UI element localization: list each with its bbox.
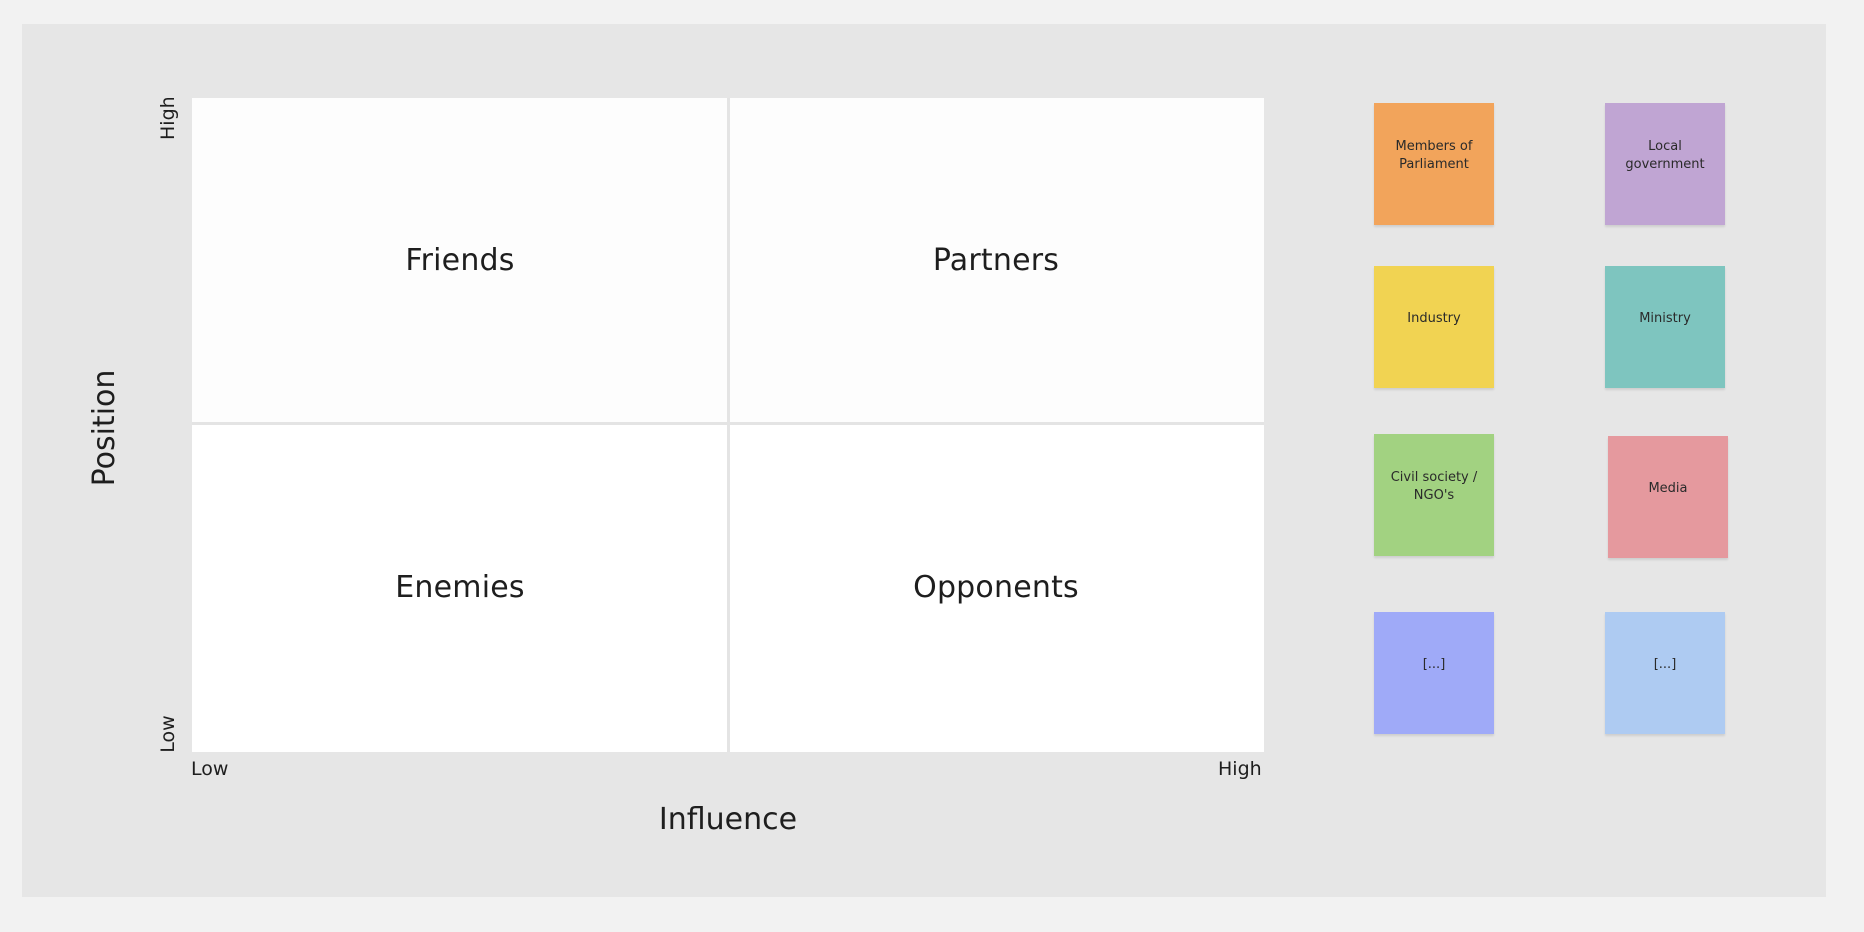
quadrant-label-enemies: Enemies <box>395 570 525 605</box>
quadrant-label-opponents: Opponents <box>913 570 1079 605</box>
quadrant-opponents[interactable]: Opponents <box>728 423 1264 752</box>
x-axis-title: Influence <box>658 802 798 837</box>
sticky-note-label: Members of Parliament <box>1395 139 1473 172</box>
quadrant-partners[interactable]: Partners <box>728 98 1264 423</box>
sticky-note[interactable]: Media <box>1608 436 1728 558</box>
sticky-note[interactable]: [...] <box>1605 612 1725 734</box>
y-axis-low-label: Low <box>157 715 179 753</box>
sticky-note[interactable]: [...] <box>1374 612 1494 734</box>
sticky-note[interactable]: Local government <box>1605 103 1725 225</box>
sticky-note-label: [...] <box>1422 657 1446 672</box>
quadrant-friends[interactable]: Friends <box>192 98 728 423</box>
sticky-note[interactable]: Members of Parliament <box>1374 103 1494 225</box>
sticky-note-label: Local government <box>1625 139 1705 172</box>
vertical-divider <box>727 98 730 752</box>
sticky-note[interactable]: Civil society / NGO's <box>1374 434 1494 556</box>
y-axis-title: Position <box>87 369 122 487</box>
sticky-note-label: Industry <box>1407 311 1461 326</box>
y-axis-high-label: High <box>157 96 179 140</box>
sticky-note-label: [...] <box>1653 657 1677 672</box>
x-axis-low-label: Low <box>191 758 229 780</box>
x-axis-high-label: High <box>1218 758 1262 780</box>
quadrant-enemies[interactable]: Enemies <box>192 423 728 752</box>
sticky-note-label: Ministry <box>1639 311 1691 326</box>
quadrant-label-friends: Friends <box>405 243 515 278</box>
horizontal-divider <box>192 422 1264 425</box>
sticky-note-label: Civil society / NGO's <box>1390 470 1478 503</box>
sticky-note[interactable]: Ministry <box>1605 266 1725 388</box>
sticky-note[interactable]: Industry <box>1374 266 1494 388</box>
quadrant-label-partners: Partners <box>932 243 1060 278</box>
sticky-note-label: Media <box>1648 481 1688 496</box>
stakeholder-matrix: Friends Partners Enemies Opponents <box>192 98 1264 752</box>
